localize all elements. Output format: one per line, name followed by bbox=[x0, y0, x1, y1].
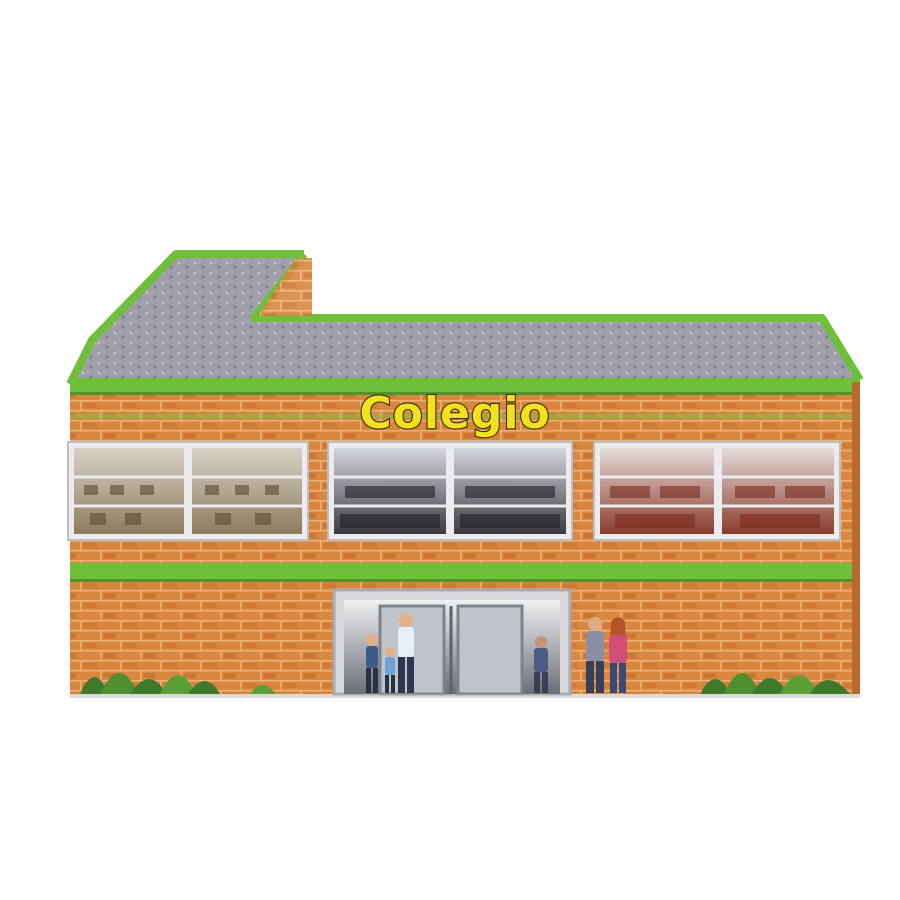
window-center bbox=[327, 441, 573, 541]
roof bbox=[66, 250, 864, 386]
window-left bbox=[67, 441, 309, 541]
school-building-illustration: Colegio bbox=[66, 250, 864, 698]
ground-shadow bbox=[70, 694, 860, 698]
window-right bbox=[593, 441, 841, 541]
school-sign: Colegio bbox=[359, 388, 550, 439]
